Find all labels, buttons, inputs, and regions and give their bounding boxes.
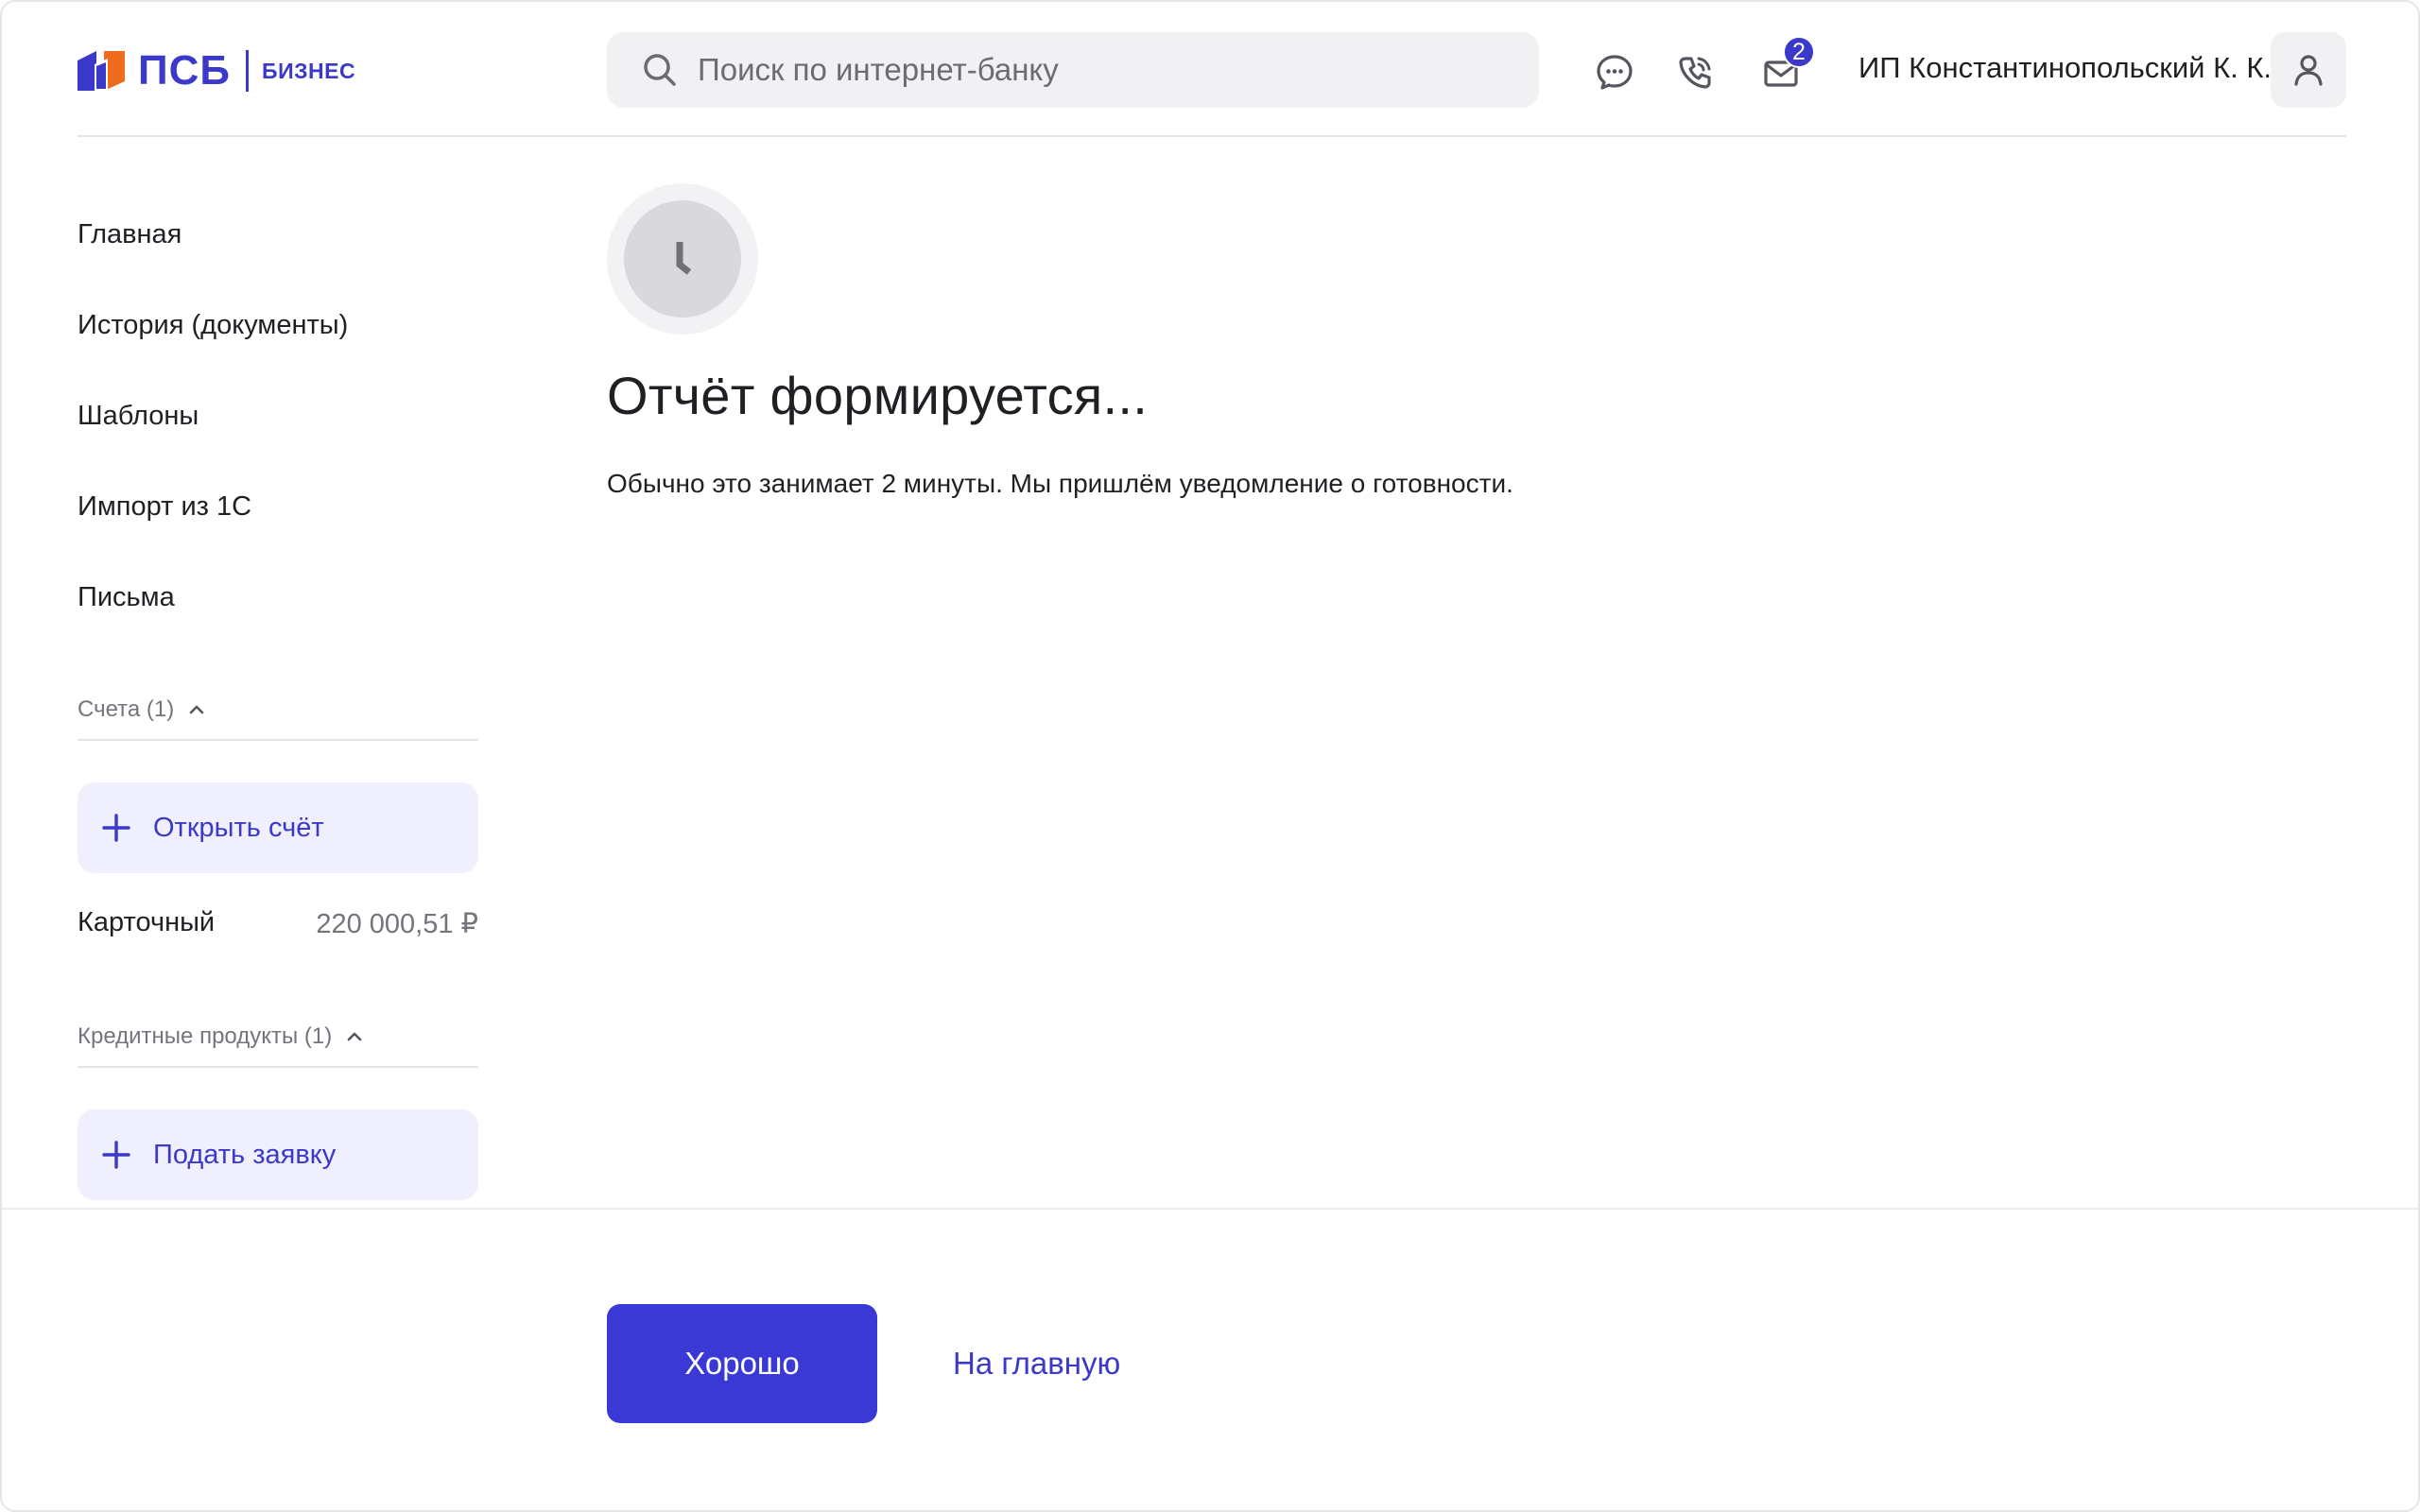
- account-item-card[interactable]: Карточный 220 000,51 ₽: [78, 907, 478, 940]
- top-header: ПСБ БИЗНЕС 2 ИП Константино: [78, 2, 2346, 137]
- status-inner: [624, 200, 741, 318]
- open-account-button[interactable]: Открыть счёт: [78, 782, 478, 873]
- accounts-section-label: Счета (1): [78, 696, 175, 722]
- logo-subtitle: БИЗНЕС: [262, 58, 356, 83]
- sidebar-item-import-1c[interactable]: Импорт из 1С: [78, 491, 251, 523]
- user-icon: [2294, 55, 2323, 86]
- chat-icon[interactable]: [1594, 51, 1635, 93]
- ok-button[interactable]: Хорошо: [607, 1304, 877, 1423]
- sidebar-item-home[interactable]: Главная: [78, 219, 182, 250]
- sidebar-item-templates[interactable]: Шаблоны: [78, 401, 199, 432]
- logo-text: ПСБ: [138, 47, 232, 94]
- account-name: Карточный: [78, 907, 216, 937]
- psb-logo[interactable]: ПСБ БИЗНЕС: [78, 47, 355, 94]
- phone-icon[interactable]: [1675, 51, 1717, 93]
- psb-logo-mark-icon: [78, 51, 125, 91]
- clock-icon: [676, 242, 692, 275]
- search-icon: [644, 54, 676, 86]
- action-footer: Хорошо На главную: [2, 1208, 2418, 1510]
- open-account-label: Открыть счёт: [153, 812, 324, 843]
- page-title: Отчёт формируется...: [607, 366, 1149, 425]
- chevron-up-icon: [347, 1032, 362, 1041]
- apply-credit-button[interactable]: Подать заявку: [78, 1109, 478, 1200]
- status-indicator: [607, 183, 758, 335]
- search-input[interactable]: [698, 52, 1511, 88]
- sidebar-item-history[interactable]: История (документы): [78, 310, 348, 341]
- sidebar-item-letters[interactable]: Письма: [78, 582, 175, 613]
- credit-section-header[interactable]: Кредитные продукты (1): [78, 1007, 478, 1068]
- user-name[interactable]: ИП Константинопольский К. К.: [1858, 51, 2272, 85]
- plus-icon: [102, 814, 130, 842]
- app-window: ПСБ БИЗНЕС 2 ИП Константино: [0, 0, 2420, 1512]
- account-balance: 220 000,51 ₽: [316, 909, 478, 939]
- accounts-section-header[interactable]: Счета (1): [78, 680, 478, 741]
- go-home-link[interactable]: На главную: [953, 1346, 1120, 1382]
- notification-badge: 2: [1783, 36, 1815, 68]
- logo-divider: [246, 50, 250, 92]
- chevron-up-icon: [189, 705, 204, 714]
- credit-section-label: Кредитные продукты (1): [78, 1023, 333, 1049]
- search-bar[interactable]: [607, 32, 1539, 108]
- plus-icon: [102, 1141, 130, 1169]
- status-description: Обычно это занимает 2 минуты. Мы пришлём…: [607, 469, 1513, 498]
- apply-credit-label: Подать заявку: [153, 1139, 337, 1170]
- avatar-button[interactable]: [2271, 32, 2346, 108]
